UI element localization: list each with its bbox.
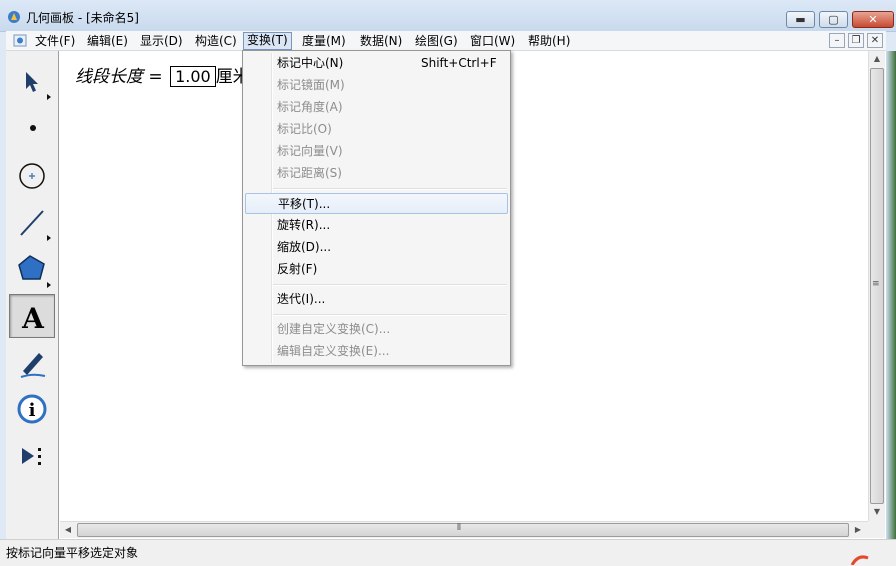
menu-item-label: 标记中心(N) <box>277 56 344 70</box>
app-logo-icon <box>8 11 20 23</box>
menu-item-label: 平移(T)... <box>278 197 331 211</box>
menu-item-label: 标记角度(A) <box>277 100 343 114</box>
point-tool[interactable] <box>9 106 55 150</box>
text-a-icon: A <box>21 302 45 335</box>
text-tool[interactable]: A <box>9 294 55 338</box>
custom-tool-icon <box>22 448 41 465</box>
marker-pen-icon <box>20 353 46 378</box>
title-bar: 几何画板 - [未命名5] ▬ ▢ ✕ <box>0 0 896 32</box>
menu-item-label: 反射(F) <box>277 262 318 276</box>
menu-item-translate[interactable]: 平移(T)... <box>245 193 508 214</box>
background-strip <box>886 51 896 539</box>
maximize-icon: ▢ <box>828 13 839 26</box>
scrollbar-corner <box>868 521 885 538</box>
menu-separator <box>273 188 507 190</box>
horizontal-scrollbar[interactable]: ◀ ⦀ ▶ <box>60 521 868 538</box>
status-text: 按标记向量平移选定对象 <box>6 546 139 560</box>
segment-length-measurement[interactable]: 线段长度 = 1.00 厘米 <box>75 62 250 87</box>
document-icon[interactable] <box>13 34 27 47</box>
horizontal-grip-icon: ⦀ <box>457 523 461 533</box>
menu-transform[interactable]: 变换(T) <box>243 32 292 50</box>
vertical-grip-icon: ≡ <box>872 279 880 289</box>
scroll-right-icon[interactable]: ▶ <box>850 522 866 538</box>
menu-item-create-custom-transform: 创建自定义变换(C)... <box>245 319 508 340</box>
horizontal-scroll-thumb[interactable] <box>77 523 849 537</box>
scroll-down-icon[interactable]: ▼ <box>869 504 885 520</box>
menu-data[interactable]: 数据(N) <box>357 33 405 49</box>
menu-separator <box>273 314 507 316</box>
point-icon <box>30 125 36 131</box>
menu-item-label: 创建自定义变换(C)... <box>277 322 391 336</box>
menu-item-mark-ratio: 标记比(O) <box>245 119 508 140</box>
measure-label: 线段长度 <box>75 67 143 87</box>
info-tool[interactable]: i <box>9 387 55 431</box>
menu-item-reflect[interactable]: 反射(F) <box>245 259 508 280</box>
svg-text:i: i <box>29 400 36 421</box>
mdi-restore-button[interactable]: ❐ <box>848 33 864 48</box>
circle-icon <box>19 163 45 189</box>
vertical-scrollbar[interactable]: ▲ ≡ ▼ <box>868 51 885 521</box>
menu-bar: 文件(F) 编辑(E) 显示(D) 构造(C) 变换(T) 度量(M) 数据(N… <box>6 31 886 51</box>
maximize-button[interactable]: ▢ <box>819 11 848 28</box>
toolbox: A i <box>6 51 59 539</box>
menu-item-mark-mirror: 标记镜面(M) <box>245 75 508 96</box>
menu-item-mark-vector: 标记向量(V) <box>245 141 508 162</box>
menu-item-dilate[interactable]: 缩放(D)... <box>245 237 508 258</box>
line-segment-icon <box>20 210 51 241</box>
menu-window[interactable]: 窗口(W) <box>467 33 518 49</box>
close-button[interactable]: ✕ <box>852 11 894 28</box>
close-icon: ✕ <box>868 13 878 26</box>
menu-item-label: 迭代(I)... <box>277 292 326 306</box>
custom-tool[interactable] <box>9 434 55 478</box>
menu-graph[interactable]: 绘图(G) <box>412 33 461 49</box>
menu-item-label: 缩放(D)... <box>277 240 332 254</box>
polygon-icon <box>18 255 51 288</box>
menu-item-mark-center[interactable]: 标记中心(N) Shift+Ctrl+F <box>245 53 508 74</box>
menu-item-label: 标记距离(S) <box>277 166 342 180</box>
menu-help[interactable]: 帮助(H) <box>525 33 573 49</box>
menu-item-rotate[interactable]: 旋转(R)... <box>245 215 508 236</box>
menu-item-label: 标记向量(V) <box>277 144 343 158</box>
watermark-logo-icon <box>850 555 869 565</box>
menu-item-label: 旋转(R)... <box>277 218 331 232</box>
menu-item-label: 编辑自定义变换(E)... <box>277 344 390 358</box>
menu-file[interactable]: 文件(F) <box>32 33 78 49</box>
menu-separator <box>273 284 507 286</box>
menu-item-label: 标记镜面(M) <box>277 78 345 92</box>
menu-display[interactable]: 显示(D) <box>137 33 186 49</box>
measure-equals: = <box>143 67 169 87</box>
compass-tool[interactable] <box>9 152 55 196</box>
measure-value: 1.00 <box>170 66 216 87</box>
polygon-tool[interactable] <box>9 246 55 290</box>
arrow-cursor-icon <box>26 72 51 100</box>
menu-item-edit-custom-transform: 编辑自定义变换(E)... <box>245 341 508 362</box>
minimize-icon: ▬ <box>795 13 806 26</box>
scroll-left-icon[interactable]: ◀ <box>60 522 76 538</box>
menu-item-mark-distance: 标记距离(S) <box>245 163 508 184</box>
info-icon: i <box>17 394 47 424</box>
marker-tool[interactable] <box>9 341 55 385</box>
menu-item-shortcut: Shift+Ctrl+F <box>421 56 497 70</box>
minimize-button[interactable]: ▬ <box>786 11 815 28</box>
mdi-minimize-button[interactable]: – <box>829 33 845 48</box>
scroll-up-icon[interactable]: ▲ <box>869 51 885 67</box>
menu-edit[interactable]: 编辑(E) <box>84 33 131 49</box>
status-bar: 按标记向量平移选定对象 <box>0 539 896 566</box>
straightedge-tool[interactable] <box>9 199 55 243</box>
svg-text:A: A <box>21 302 45 335</box>
transform-menu-dropdown: 标记中心(N) Shift+Ctrl+F 标记镜面(M) 标记角度(A) 标记比… <box>242 50 511 366</box>
mdi-close-button[interactable]: ✕ <box>867 33 883 48</box>
menu-measure[interactable]: 度量(M) <box>299 33 349 49</box>
arrow-select-tool[interactable] <box>9 59 55 103</box>
menu-item-mark-angle: 标记角度(A) <box>245 97 508 118</box>
menu-item-label: 标记比(O) <box>277 122 332 136</box>
menu-construct[interactable]: 构造(C) <box>192 33 240 49</box>
window-title: 几何画板 - [未命名5] <box>26 11 139 25</box>
menu-item-iterate[interactable]: 迭代(I)... <box>245 289 508 310</box>
